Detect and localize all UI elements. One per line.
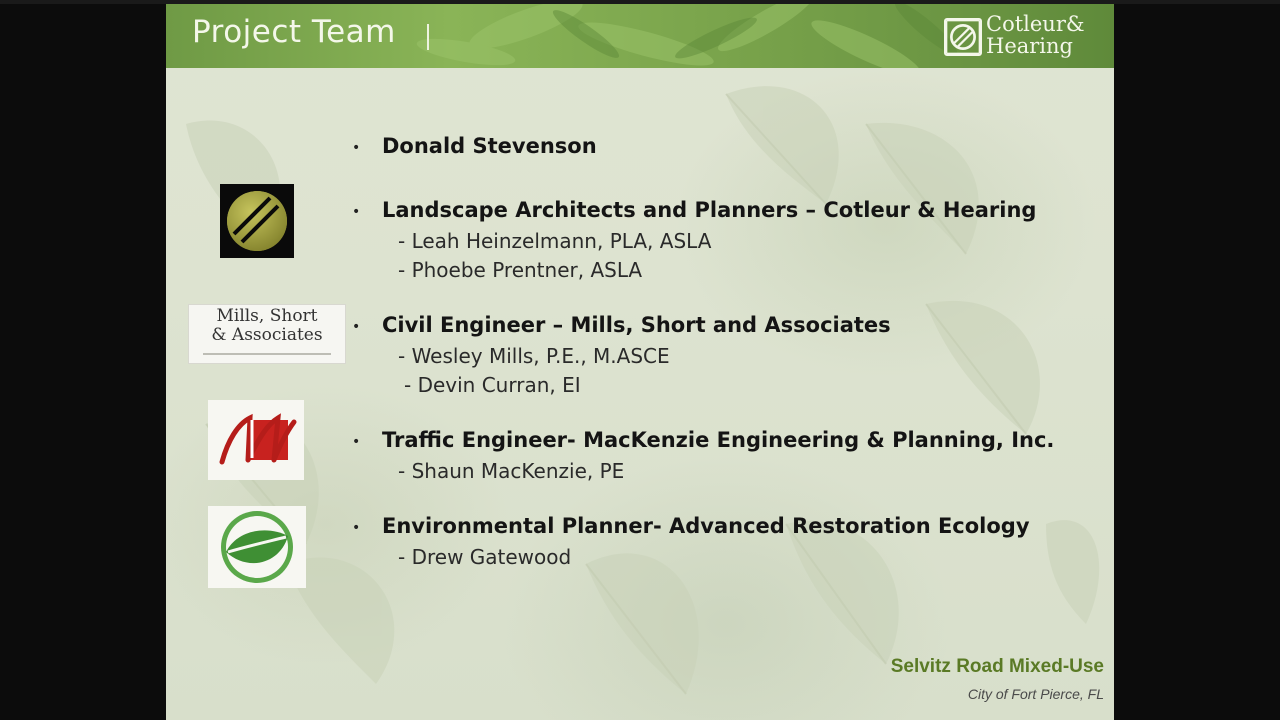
- mills-logo-text: Mills, Short & Associates: [189, 307, 345, 345]
- mills-short-logo-icon: Mills, Short & Associates: [188, 304, 346, 364]
- team-member: - Shaun MacKenzie, PE: [398, 459, 625, 483]
- advanced-restoration-ecology-logo-icon: [208, 506, 306, 588]
- item-title: Landscape Architects and Planners – Cotl…: [382, 198, 1037, 222]
- mills-logo-underline: [203, 353, 331, 355]
- bullet-icon: •: [352, 434, 361, 450]
- team-member: - Drew Gatewood: [398, 545, 572, 569]
- item-title: Environmental Planner- Advanced Restorat…: [382, 514, 1030, 538]
- footer-location: City of Fort Pierce, FL: [967, 686, 1104, 702]
- item-title: Donald Stevenson: [382, 134, 597, 158]
- slide-content: • Donald Stevenson • Landscape Architect…: [166, 4, 1114, 720]
- mills-logo-line2: & Associates: [211, 325, 323, 345]
- presentation-slide: Project Team Cotleur& Hearing • Donald S…: [166, 4, 1114, 720]
- bullet-icon: •: [352, 204, 361, 220]
- item-title: Civil Engineer – Mills, Short and Associ…: [382, 313, 891, 337]
- footer-project-name: Selvitz Road Mixed-Use: [890, 656, 1104, 677]
- team-member: - Leah Heinzelmann, PLA, ASLA: [398, 229, 712, 253]
- mills-logo-line1: Mills, Short: [216, 306, 318, 326]
- team-member: - Devin Curran, EI: [404, 373, 581, 397]
- team-member: - Phoebe Prentner, ASLA: [398, 258, 643, 282]
- bullet-icon: •: [352, 140, 361, 156]
- cotleur-hearing-logo-icon: [220, 184, 294, 258]
- bullet-icon: •: [352, 520, 361, 536]
- item-title: Traffic Engineer- MacKenzie Engineering …: [382, 428, 1055, 452]
- mackenzie-logo-icon: [208, 400, 304, 480]
- team-member: - Wesley Mills, P.E., M.ASCE: [398, 344, 670, 368]
- bullet-icon: •: [352, 319, 361, 335]
